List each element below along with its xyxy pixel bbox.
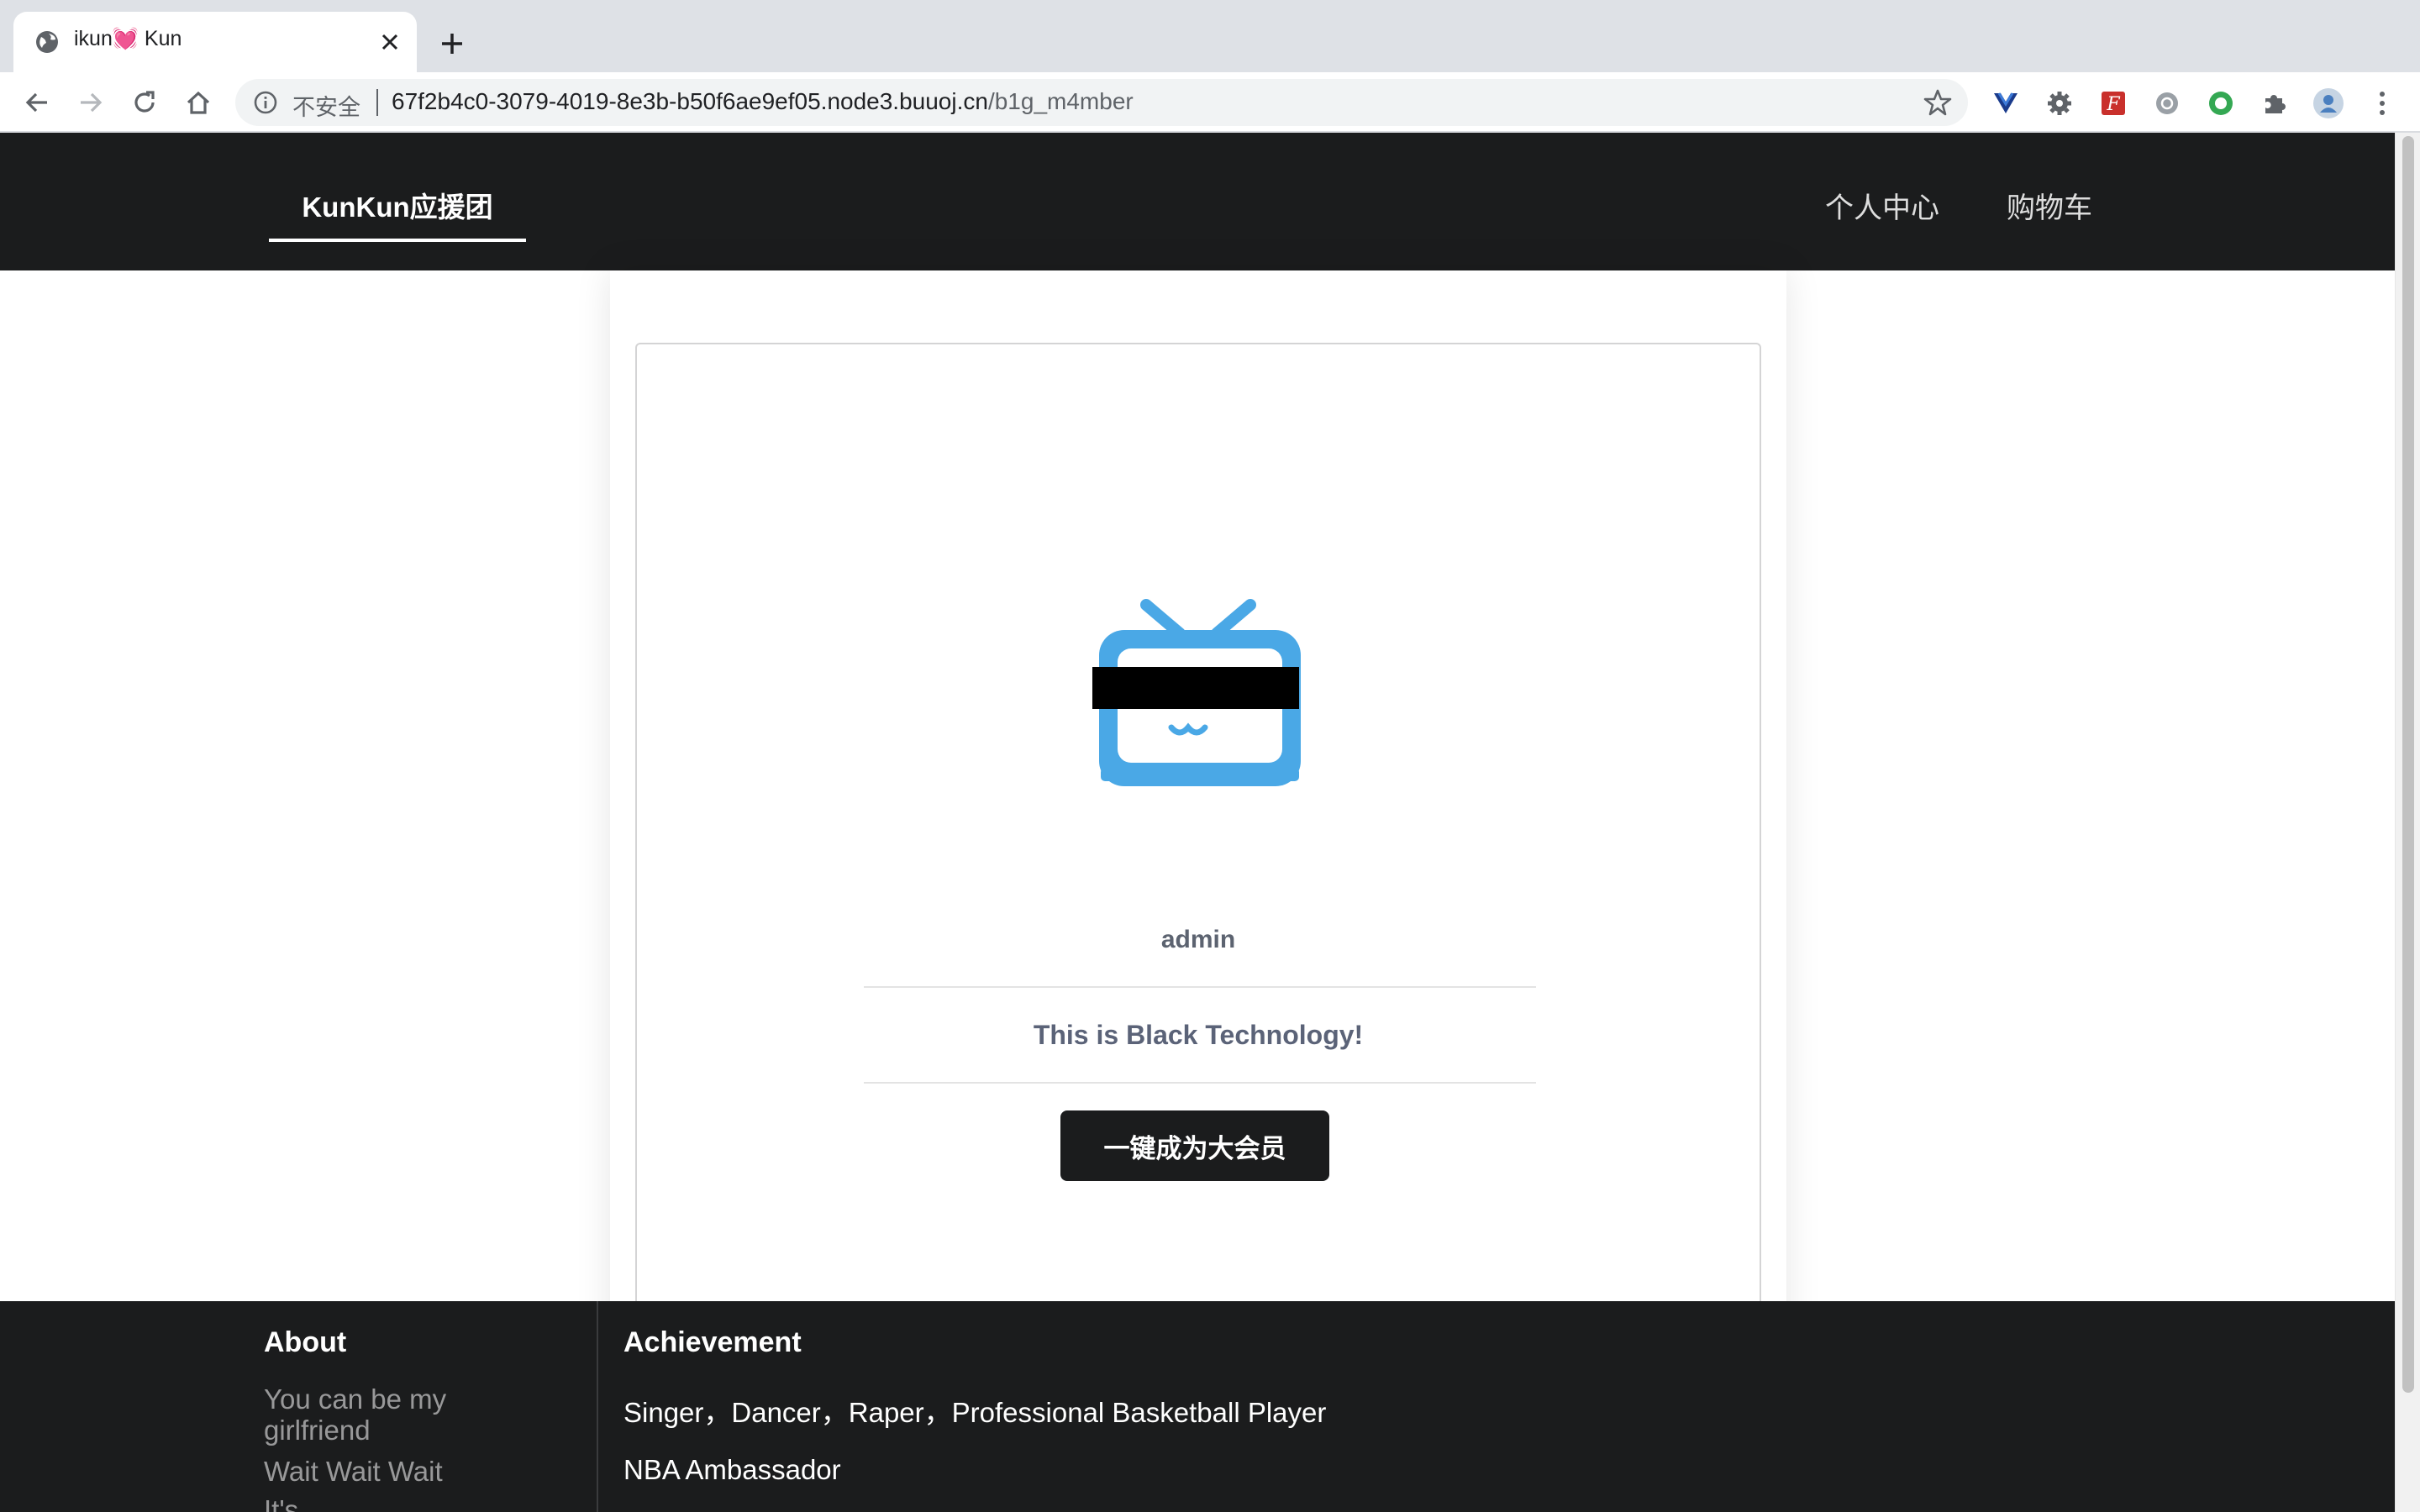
footer-about-link[interactable]: Wait Wait Wait xyxy=(264,1456,516,1487)
browser-tabstrip: ikun💓 Kun xyxy=(0,0,2420,72)
url-text[interactable]: 67f2b4c0-3079-4019-8e3b-b50f6ae9ef05.nod… xyxy=(392,88,1134,115)
vuejs-extension-icon[interactable] xyxy=(1990,87,2022,119)
scrollbar-thumb[interactable] xyxy=(2402,136,2414,1393)
profile-motto: This is Black Technology! xyxy=(1033,1020,1364,1050)
nav-link-cart[interactable]: 购物车 xyxy=(2007,185,2092,226)
green-ring-extension-icon[interactable] xyxy=(2205,87,2237,119)
site-navbar: KunKun应援团 个人中心 购物车 xyxy=(0,133,2395,270)
globe-icon xyxy=(36,31,58,53)
reload-icon[interactable] xyxy=(126,84,163,121)
username: admin xyxy=(1160,926,1236,953)
home-icon[interactable] xyxy=(180,84,217,121)
puzzle-extensions-icon[interactable] xyxy=(2259,87,2291,119)
page-viewport: KunKun应援团 个人中心 购物车 admin This is Black T… xyxy=(0,133,2395,1512)
achievement-item: Singer，Dancer，Raper，Professional Basketb… xyxy=(623,1397,1327,1428)
browser-toolbar: 不安全 67f2b4c0-3079-4019-8e3b-b50f6ae9ef05… xyxy=(0,72,2420,133)
achievement-item: NBA Ambassador xyxy=(623,1454,841,1485)
nav-link-profile[interactable]: 个人中心 xyxy=(1825,185,1939,226)
back-arrow-icon[interactable] xyxy=(18,84,55,121)
divider xyxy=(864,1082,1536,1084)
profile-avatar-icon[interactable] xyxy=(2312,87,2344,119)
become-vip-button[interactable]: 一键成为大会员 xyxy=(1060,1110,1329,1181)
footer-achievement-heading: Achievement xyxy=(623,1326,802,1358)
brand-link[interactable]: KunKun应援团 xyxy=(269,185,526,242)
address-bar[interactable]: 不安全 67f2b4c0-3079-4019-8e3b-b50f6ae9ef05… xyxy=(235,79,1968,126)
tab-title: ikun💓 Kun xyxy=(74,27,182,50)
security-label: 不安全 xyxy=(292,95,360,120)
font-extension-icon[interactable]: F xyxy=(2097,87,2129,119)
footer-divider xyxy=(597,1301,598,1512)
footer-about-heading: About xyxy=(264,1326,347,1358)
forward-arrow-icon[interactable] xyxy=(72,84,109,121)
address-separator xyxy=(376,89,378,116)
close-tab-icon[interactable] xyxy=(376,29,403,55)
footer-about-link[interactable]: It's... xyxy=(264,1494,516,1512)
footer-about-link[interactable]: You can be my girlfriend xyxy=(264,1383,516,1446)
more-menu-icon[interactable] xyxy=(2366,87,2398,119)
info-icon[interactable] xyxy=(252,89,279,116)
grey-extension-icon[interactable] xyxy=(2151,87,2183,119)
bookmark-star-icon[interactable] xyxy=(1923,87,1953,118)
svg-text:F: F xyxy=(2106,94,2120,115)
bilibili-tv-avatar xyxy=(1092,599,1301,786)
new-tab-icon[interactable] xyxy=(434,25,471,62)
settings-gear-icon[interactable] xyxy=(2044,87,2075,119)
divider xyxy=(864,986,1536,988)
censor-bar xyxy=(1092,667,1299,709)
profile-card: admin This is Black Technology! 一键成为大会员 xyxy=(635,343,1761,1435)
page-scrollbar[interactable] xyxy=(2395,133,2420,1512)
site-footer: About You can be my girlfriend Wait Wait… xyxy=(0,1301,2395,1512)
browser-tab[interactable]: ikun💓 Kun xyxy=(13,12,417,72)
